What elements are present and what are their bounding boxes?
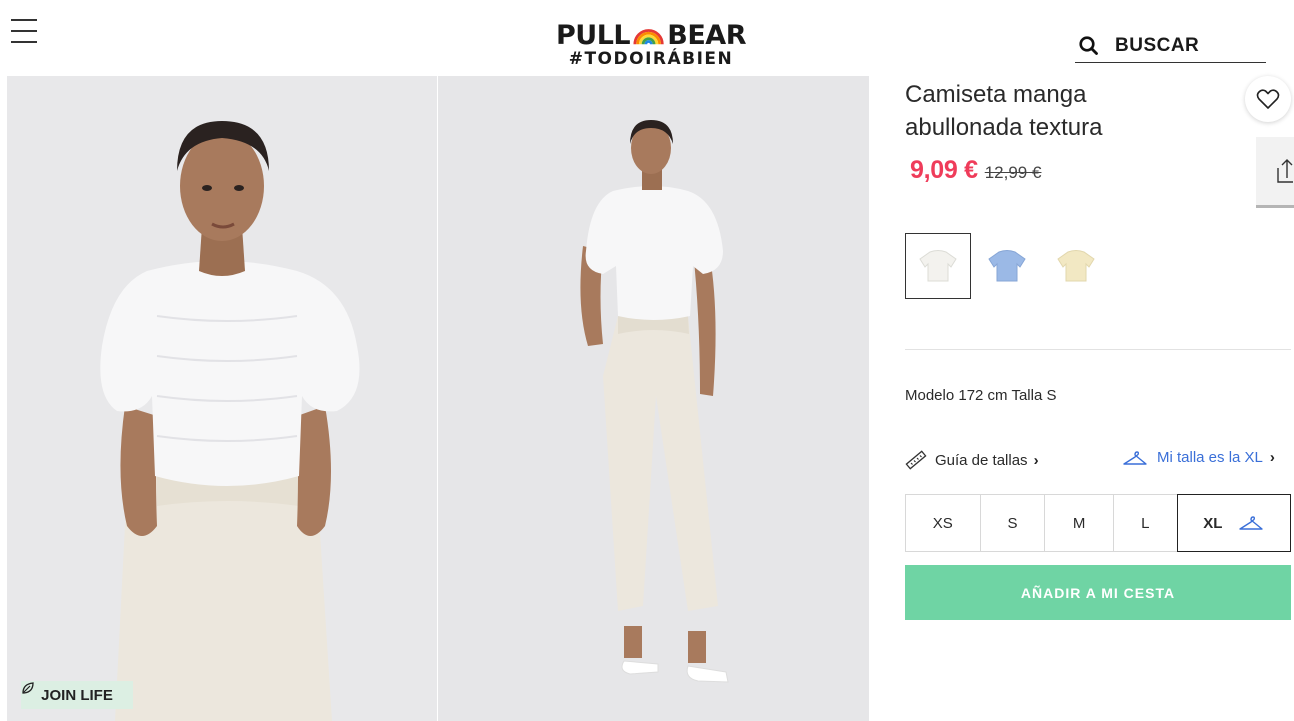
product-title: Camiseta manga abullonada textura [905,78,1205,144]
size-option-xs[interactable]: XS [906,495,981,551]
share-icon [1277,159,1293,183]
original-price: 12,99 € [984,163,1042,182]
product-photo-fullbody[interactable] [438,76,869,721]
tshirt-yellow-icon [1057,250,1095,282]
color-swatch-azul[interactable] [974,233,1040,299]
size-option-l[interactable]: L [1114,495,1178,551]
rainbow-icon [633,29,664,45]
tshirt-blue-icon [988,250,1026,282]
wishlist-button[interactable] [1245,76,1291,122]
chevron-right-icon: › [1033,451,1039,469]
search-label[interactable]: BUSCAR [1115,35,1199,57]
size-label: M [1072,514,1086,532]
chevron-right-icon: › [1269,449,1275,466]
product-title-line2: abullonada textura [905,114,1103,141]
size-option-m[interactable]: M [1045,495,1114,551]
heart-icon [1256,89,1280,109]
size-guide-link[interactable]: Guía de tallas › [905,449,1039,471]
hanger-icon [1123,450,1147,465]
search-bar[interactable]: BUSCAR [1075,30,1266,63]
hanger-icon [1239,516,1264,530]
size-label: L [1141,514,1150,532]
leaf-icon [22,682,34,694]
brand-right: BEAR [667,20,746,51]
section-divider [905,349,1291,350]
join-life-label: JOIN LIFE [41,686,113,704]
model-info: Modelo 172 cm Talla S [905,387,1057,404]
search-icon[interactable] [1079,36,1099,56]
product-page: PULL BEAR #TODOIRÁBIEN BUSCAR JOIN LIFE … [0,0,1294,721]
product-photo-closeup[interactable]: JOIN LIFE [7,76,437,721]
brand-logo[interactable]: PULL BEAR #TODOIRÁBIEN [556,22,746,72]
menu-icon[interactable] [11,19,38,45]
size-label: XS [932,514,953,532]
tshirt-white-icon [919,250,957,282]
color-selector [905,233,1109,299]
share-button[interactable] [1256,137,1294,208]
size-label: XL [1203,514,1223,532]
color-swatch-amarillo[interactable] [1043,233,1109,299]
join-life-badge: JOIN LIFE [21,681,133,709]
product-title-line1: Camiseta manga [905,81,1087,108]
size-guide-label[interactable]: Guía de tallas [935,452,1028,469]
size-option-s[interactable]: S [981,495,1046,551]
brand-left: PULL [556,20,631,51]
product-price: 9,09 € 12,99 € [910,156,1041,185]
add-to-cart-button[interactable]: AÑADIR A MI CESTA [905,565,1291,620]
size-option-xl[interactable]: XL [1176,494,1291,552]
size-label: S [1007,514,1018,532]
color-swatch-blanco[interactable] [905,233,971,299]
current-price: 9,09 € [910,156,978,184]
brand-tagline: #TODOIRÁBIEN [568,49,734,69]
ruler-icon [905,450,927,470]
size-selector: XS S M L XL [905,494,1291,552]
my-size-link[interactable]: Mi talla es la XL › [1122,449,1275,466]
my-size-label[interactable]: Mi talla es la XL [1157,449,1263,466]
